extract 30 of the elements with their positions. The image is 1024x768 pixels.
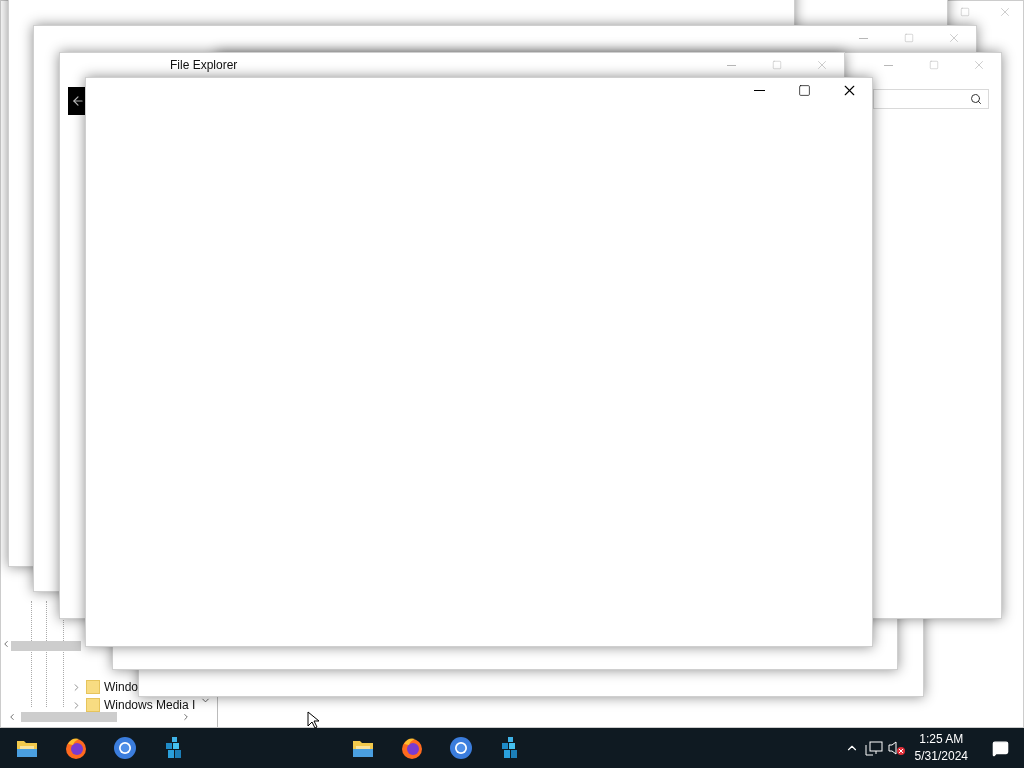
folder-icon (15, 738, 38, 758)
clock[interactable]: 1:25 AM 5/31/2024 (906, 731, 976, 765)
scroll-right-icon[interactable] (181, 712, 191, 722)
scroll-left-icon[interactable] (7, 712, 17, 722)
maximize-icon (960, 7, 970, 17)
maximize-icon (928, 60, 939, 70)
search-icon (970, 93, 982, 105)
fox-globe-icon (63, 736, 88, 760)
minimize-icon (884, 64, 893, 66)
scrollbar-thumb[interactable] (21, 712, 117, 722)
minimize-icon (727, 64, 736, 66)
close-icon (998, 5, 1012, 19)
minimize-icon (859, 37, 868, 39)
folder-icon (351, 738, 374, 758)
tree-item[interactable]: Windows Media I (104, 698, 196, 712)
tree-item[interactable]: Windo (104, 680, 138, 694)
window-title: File Explorer (170, 58, 238, 72)
browser-icon (448, 736, 473, 760)
maximize-icon (798, 83, 811, 97)
scroll-left-icon[interactable] (1, 639, 11, 649)
minimize-icon (754, 89, 765, 91)
back-button[interactable] (68, 87, 88, 115)
folder-icon (86, 698, 100, 712)
browser-icon (112, 736, 137, 760)
folder-icon (86, 680, 100, 694)
scrollbar-thumb[interactable] (11, 641, 81, 651)
search-field[interactable] (873, 89, 989, 109)
fox-globe-icon (399, 736, 424, 760)
maximize-icon (903, 33, 914, 43)
maximize-icon (771, 60, 782, 70)
